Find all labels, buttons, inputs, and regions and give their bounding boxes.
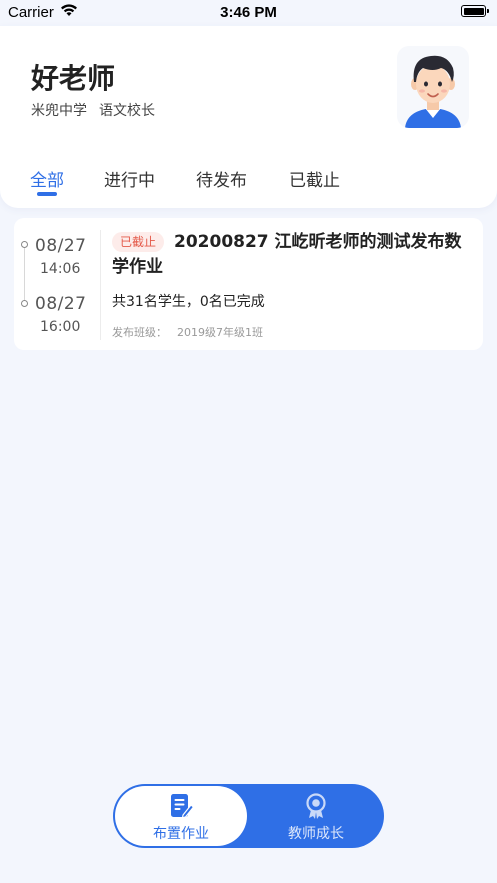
filter-tabs: 全部 进行中 待发布 已截止 — [0, 166, 497, 202]
tab-in-progress[interactable]: 进行中 — [104, 166, 155, 191]
nav-teacher-growth[interactable]: 教师成长 — [250, 786, 382, 846]
teacher-role: 语文校长 — [99, 103, 155, 119]
class-value: 2019级7年级1班 — [177, 326, 263, 339]
tab-all[interactable]: 全部 — [30, 166, 64, 191]
tab-pending[interactable]: 待发布 — [196, 166, 247, 191]
start-date: 08/27 — [35, 236, 87, 256]
class-label: 发布班级： — [112, 326, 167, 339]
avatar[interactable] — [397, 46, 469, 128]
teacher-info: 米兜中学 语文校长 — [31, 100, 155, 120]
status-time: 3:46 PM — [220, 4, 277, 21]
end-time: 16:00 — [40, 319, 81, 335]
tab-closed[interactable]: 已截止 — [289, 166, 340, 191]
timeline-line — [24, 244, 25, 304]
card-divider — [100, 230, 101, 340]
status-bar: Carrier 3:46 PM — [0, 0, 497, 26]
task-card[interactable]: 08/27 14:06 08/27 16:00 20200827 江屹昕老师的测… — [14, 218, 483, 350]
nav-label-assign: 布置作业 — [153, 826, 209, 842]
assignment-edit-icon — [167, 792, 195, 820]
end-date: 08/27 — [35, 294, 87, 314]
start-time: 14:06 — [40, 261, 81, 277]
task-title: 20200827 江屹昕老师的测试发布数学作业 — [112, 232, 462, 277]
teacher-name: 好老师 — [31, 62, 116, 95]
task-progress: 共31名学生，0名已完成 — [112, 294, 265, 310]
profile-header: 好老师 米兜中学 语文校长 全部 进行中 待发布 已截止 — [0, 26, 497, 208]
timeline-start-dot — [21, 241, 28, 248]
task-timeline: 08/27 14:06 08/27 16:00 — [14, 218, 100, 350]
battery-icon — [461, 5, 489, 17]
bottom-nav: 布置作业 教师成长 — [113, 784, 384, 848]
nav-label-growth: 教师成长 — [288, 826, 344, 842]
award-badge-icon — [302, 792, 330, 820]
school-name: 米兜中学 — [31, 103, 87, 119]
nav-assign-homework[interactable]: 布置作业 — [115, 786, 247, 846]
task-class: 发布班级： 2019级7年级1班 — [112, 324, 263, 340]
tab-indicator — [37, 192, 57, 196]
timeline-end-dot — [21, 300, 28, 307]
status-badge: 已截止 — [112, 232, 165, 252]
